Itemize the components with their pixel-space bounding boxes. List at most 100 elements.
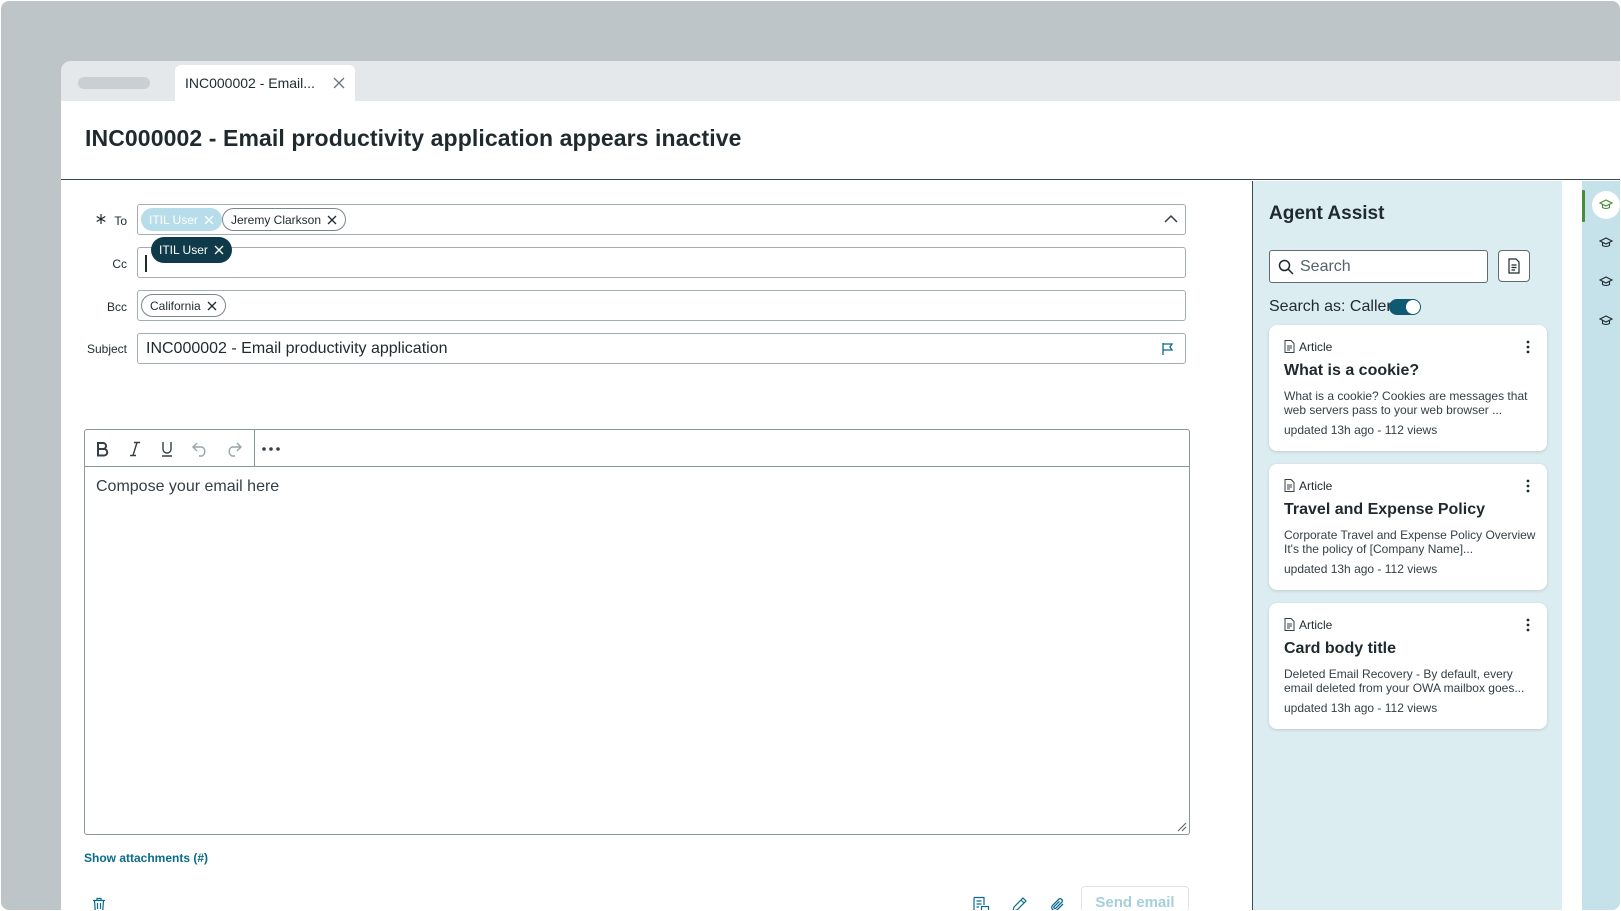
chevron-up-icon[interactable]	[1164, 214, 1178, 224]
assist-search-input[interactable]: Search	[1269, 250, 1488, 283]
toggle-knob	[1406, 300, 1420, 314]
cc-label: Cc	[112, 257, 127, 271]
remove-icon[interactable]	[214, 245, 224, 255]
dragged-recipient-chip[interactable]: ITIL User	[151, 237, 232, 263]
rail-button[interactable]	[1592, 268, 1620, 296]
graduation-cap-icon	[1599, 276, 1613, 287]
italic-icon	[130, 441, 140, 456]
more-horizontal-icon	[262, 446, 280, 451]
to-chip-dragging[interactable]: ITIL User	[141, 208, 222, 231]
more-vertical-icon[interactable]	[1523, 339, 1533, 355]
tab-label: INC000002 - Email...	[185, 75, 315, 91]
tab-incident-email[interactable]: INC000002 - Email...	[175, 65, 355, 101]
redo-button[interactable]	[218, 430, 250, 467]
close-icon[interactable]	[331, 75, 347, 91]
card-type-label: Article	[1299, 618, 1333, 632]
pen-icon	[1012, 897, 1027, 910]
page-header: INC000002 - Email productivity applicati…	[61, 101, 1620, 180]
agent-assist-panel: Agent Assist Search Search as: Caller Ar…	[1252, 181, 1562, 910]
show-attachments-link[interactable]: Show attachments (#)	[84, 851, 208, 865]
chip-label: ITIL User	[159, 243, 208, 257]
template-icon	[973, 896, 990, 910]
bcc-field[interactable]: California	[137, 290, 1186, 321]
rail-active-indicator	[1582, 190, 1585, 222]
editor-toolbar	[85, 430, 1189, 467]
bold-icon	[97, 441, 109, 456]
tab-bar: INC000002 - Email...	[61, 61, 1620, 101]
remove-icon[interactable]	[207, 301, 217, 311]
to-label: To	[114, 214, 127, 228]
card-title[interactable]: Card body title	[1284, 640, 1396, 658]
side-rail	[1582, 181, 1620, 910]
article-card[interactable]: Article Card body title Deleted Email Re…	[1269, 603, 1547, 729]
graduation-cap-icon	[1599, 199, 1613, 210]
more-vertical-icon[interactable]	[1523, 478, 1533, 494]
to-chip[interactable]: Jeremy Clarkson	[222, 208, 347, 231]
more-vertical-icon[interactable]	[1523, 617, 1533, 633]
card-body: What is a cookie? Cookies are messages t…	[1284, 389, 1528, 417]
bcc-label: Bcc	[106, 300, 127, 314]
search-as-toggle[interactable]	[1389, 299, 1421, 315]
chip-label: Jeremy Clarkson	[231, 212, 322, 227]
graduation-cap-icon	[1599, 237, 1613, 248]
article-icon	[1284, 479, 1295, 492]
document-button[interactable]	[1498, 250, 1530, 282]
undo-icon	[192, 442, 206, 457]
paperclip-icon	[1051, 898, 1064, 910]
graduation-cap-icon	[1599, 315, 1613, 326]
more-options-button[interactable]	[255, 430, 287, 467]
search-placeholder: Search	[1300, 258, 1351, 275]
cc-field[interactable]	[137, 247, 1186, 278]
email-compose: To ITIL User Jeremy Clarkson Cc Bcc Cali…	[61, 181, 1252, 910]
card-type-label: Article	[1299, 479, 1333, 493]
app-window: INC000002 - Email... INC000002 - Email p…	[61, 61, 1620, 910]
document-icon	[1508, 258, 1520, 274]
bcc-chip[interactable]: California	[141, 294, 226, 317]
template-button[interactable]	[969, 893, 993, 910]
body-placeholder: Compose your email here	[96, 478, 280, 495]
rail-button[interactable]	[1592, 307, 1620, 335]
trash-icon	[93, 897, 105, 910]
bold-button[interactable]	[86, 430, 118, 467]
subject-field[interactable]: INC000002 - Email productivity applicati…	[137, 333, 1186, 364]
underline-icon	[162, 441, 172, 457]
card-body: Corporate Travel and Expense Policy Over…	[1284, 528, 1536, 556]
send-email-button[interactable]: Send email	[1081, 886, 1189, 910]
remove-icon[interactable]	[327, 215, 337, 225]
page-title: INC000002 - Email productivity applicati…	[85, 125, 742, 151]
card-title[interactable]: What is a cookie?	[1284, 362, 1419, 380]
attach-button[interactable]	[1046, 893, 1070, 910]
article-card[interactable]: Article What is a cookie? What is a cook…	[1269, 325, 1547, 451]
underline-button[interactable]	[151, 430, 183, 467]
card-title[interactable]: Travel and Expense Policy	[1284, 501, 1485, 519]
chip-label: ITIL User	[149, 212, 198, 227]
card-meta: updated 13h ago - 112 views	[1284, 562, 1438, 576]
text-cursor	[145, 255, 147, 272]
card-meta: updated 13h ago - 112 views	[1284, 423, 1438, 437]
card-meta: updated 13h ago - 112 views	[1284, 701, 1438, 715]
article-card[interactable]: Article Travel and Expense Policy Corpor…	[1269, 464, 1547, 590]
search-icon	[1278, 259, 1294, 275]
flag-icon[interactable]	[1161, 342, 1175, 356]
remove-icon[interactable]	[204, 215, 214, 225]
subject-label: Subject	[86, 342, 127, 356]
required-icon	[96, 214, 106, 224]
tab-placeholder[interactable]	[78, 77, 150, 89]
subject-value: INC000002 - Email productivity applicati…	[146, 340, 448, 357]
agent-assist-title: Agent Assist	[1269, 203, 1385, 224]
italic-button[interactable]	[119, 430, 151, 467]
resize-handle-icon[interactable]	[1175, 820, 1187, 832]
search-as-label: Search as: Caller	[1269, 298, 1392, 315]
delete-draft-button[interactable]	[87, 893, 111, 910]
email-body-editor[interactable]: Compose your email here	[84, 429, 1190, 835]
rail-button[interactable]	[1592, 229, 1620, 257]
to-field[interactable]: ITIL User Jeremy Clarkson	[137, 204, 1186, 235]
card-body: Deleted Email Recovery - By default, eve…	[1284, 667, 1525, 695]
card-type-label: Article	[1299, 340, 1333, 354]
rail-button-agent-assist[interactable]	[1592, 191, 1620, 219]
article-icon	[1284, 618, 1295, 631]
chip-label: California	[150, 298, 201, 313]
undo-button[interactable]	[184, 430, 216, 467]
app-frame: INC000002 - Email... INC000002 - Email p…	[1, 1, 1620, 910]
signature-button[interactable]	[1007, 893, 1031, 910]
